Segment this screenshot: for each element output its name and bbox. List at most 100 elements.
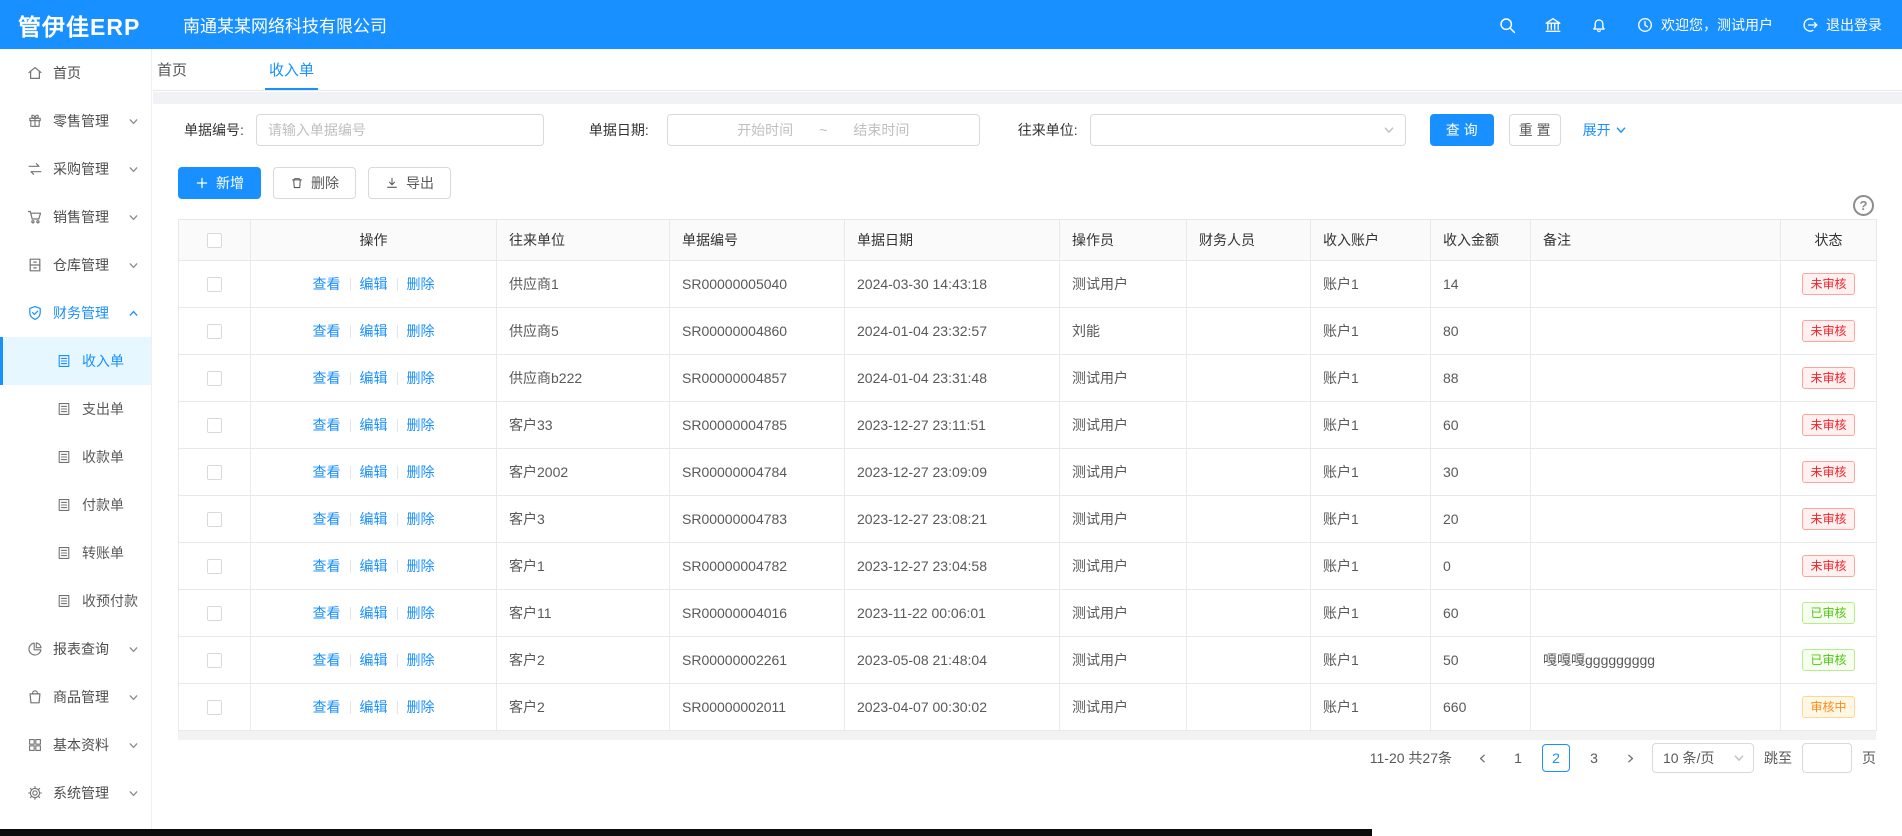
edit-link[interactable]: 编辑 bbox=[360, 556, 388, 576]
welcome-user[interactable]: 欢迎您，测试用户 bbox=[1636, 15, 1773, 35]
cell-finance-staff bbox=[1187, 355, 1311, 402]
next-page-button[interactable] bbox=[1618, 744, 1642, 772]
cell-operator: 测试用户 bbox=[1060, 543, 1187, 590]
row-checkbox[interactable] bbox=[207, 700, 222, 715]
sidebar-item[interactable]: 仓库管理 bbox=[0, 241, 151, 289]
edit-link[interactable]: 编辑 bbox=[360, 415, 388, 435]
sidebar-item[interactable]: 采购管理 bbox=[0, 145, 151, 193]
cell-income-amount: 80 bbox=[1431, 308, 1531, 355]
logout-button[interactable]: 退出登录 bbox=[1801, 15, 1882, 35]
cell-actions: 查看 编辑 删除 bbox=[251, 590, 497, 637]
select-all-checkbox[interactable] bbox=[207, 233, 222, 248]
bank-icon[interactable] bbox=[1544, 16, 1562, 34]
tab-label: 收入单 bbox=[269, 59, 314, 80]
export-button[interactable]: 导出 bbox=[368, 167, 451, 199]
sidebar-item-icon bbox=[27, 161, 43, 177]
row-checkbox[interactable] bbox=[207, 465, 222, 480]
row-checkbox[interactable] bbox=[207, 512, 222, 527]
sidebar-item[interactable]: 零售管理 bbox=[0, 97, 151, 145]
edit-link[interactable]: 编辑 bbox=[360, 321, 388, 341]
row-checkbox[interactable] bbox=[207, 418, 222, 433]
sidebar-item[interactable]: 收款单 bbox=[0, 433, 151, 481]
logout-icon bbox=[1801, 16, 1819, 34]
divider bbox=[350, 419, 351, 432]
col-finance-staff: 财务人员 bbox=[1187, 220, 1311, 261]
prev-page-button[interactable] bbox=[1470, 744, 1494, 772]
edit-link[interactable]: 编辑 bbox=[360, 509, 388, 529]
sidebar-item[interactable]: 收入单 bbox=[0, 337, 151, 385]
search-button[interactable]: 查 询 bbox=[1430, 114, 1494, 146]
date-separator: ~ bbox=[819, 122, 827, 138]
bell-icon[interactable] bbox=[1590, 16, 1608, 34]
page-number[interactable]: 2 bbox=[1542, 744, 1570, 772]
chevron-down-icon bbox=[128, 740, 139, 751]
view-link[interactable]: 查看 bbox=[313, 603, 341, 623]
edit-link[interactable]: 编辑 bbox=[360, 462, 388, 482]
page-number[interactable]: 1 bbox=[1504, 744, 1532, 772]
help-icon[interactable] bbox=[1853, 195, 1874, 216]
sidebar-item[interactable]: 商品管理 bbox=[0, 673, 151, 721]
row-checkbox[interactable] bbox=[207, 371, 222, 386]
delete-link[interactable]: 删除 bbox=[407, 556, 435, 576]
delete-link[interactable]: 删除 bbox=[407, 509, 435, 529]
sidebar-item[interactable]: 首页 bbox=[0, 49, 151, 97]
bill-no-input[interactable] bbox=[256, 114, 544, 146]
row-checkbox[interactable] bbox=[207, 559, 222, 574]
edit-link[interactable]: 编辑 bbox=[360, 650, 388, 670]
row-checkbox[interactable] bbox=[207, 606, 222, 621]
sidebar-item[interactable]: 销售管理 bbox=[0, 193, 151, 241]
sidebar-item[interactable]: 基本资料 bbox=[0, 721, 151, 769]
delete-link[interactable]: 删除 bbox=[407, 603, 435, 623]
sidebar-item[interactable]: 支出单 bbox=[0, 385, 151, 433]
view-link[interactable]: 查看 bbox=[313, 650, 341, 670]
cell-income-account: 账户1 bbox=[1311, 355, 1431, 402]
edit-link[interactable]: 编辑 bbox=[360, 697, 388, 717]
sidebar-item[interactable]: 财务管理 bbox=[0, 289, 151, 337]
chevron-down-icon bbox=[128, 788, 139, 799]
delete-link[interactable]: 删除 bbox=[407, 368, 435, 388]
view-link[interactable]: 查看 bbox=[313, 462, 341, 482]
sidebar-item[interactable]: 系统管理 bbox=[0, 769, 151, 817]
page-tab[interactable]: 收入单 bbox=[265, 49, 318, 90]
view-link[interactable]: 查看 bbox=[313, 556, 341, 576]
delete-link[interactable]: 删除 bbox=[407, 274, 435, 294]
row-checkbox[interactable] bbox=[207, 277, 222, 292]
sidebar-item[interactable]: 收预付款 bbox=[0, 577, 151, 625]
col-actions: 操作 bbox=[251, 220, 497, 261]
delete-link[interactable]: 删除 bbox=[407, 462, 435, 482]
search-icon[interactable] bbox=[1498, 16, 1516, 34]
view-link[interactable]: 查看 bbox=[313, 509, 341, 529]
edit-link[interactable]: 编辑 bbox=[360, 603, 388, 623]
page-number[interactable]: 3 bbox=[1580, 744, 1608, 772]
page-tab[interactable]: 首页 bbox=[153, 49, 191, 90]
row-checkbox[interactable] bbox=[207, 653, 222, 668]
expand-filters-link[interactable]: 展开 bbox=[1583, 120, 1627, 140]
row-checkbox[interactable] bbox=[207, 324, 222, 339]
delete-link[interactable]: 删除 bbox=[407, 650, 435, 670]
page-size-select[interactable]: 10 条/页 bbox=[1652, 743, 1754, 773]
table-row: 查看 编辑 删除 客户11 SR00000004016 2023-11-22 0… bbox=[179, 590, 1877, 637]
sidebar-item[interactable]: 付款单 bbox=[0, 481, 151, 529]
delete-button[interactable]: 删除 bbox=[273, 167, 356, 199]
sidebar-item[interactable]: 转账单 bbox=[0, 529, 151, 577]
date-range-picker[interactable]: 开始时间 ~ 结束时间 bbox=[667, 114, 980, 146]
view-link[interactable]: 查看 bbox=[313, 368, 341, 388]
delete-link[interactable]: 删除 bbox=[407, 415, 435, 435]
jump-page-input[interactable] bbox=[1802, 743, 1852, 773]
table-header-row: 操作 往来单位 单据编号 单据日期 操作员 财务人员 收入账户 收入金额 备注 … bbox=[179, 220, 1877, 261]
delete-link[interactable]: 删除 bbox=[407, 321, 435, 341]
edit-link[interactable]: 编辑 bbox=[360, 274, 388, 294]
sidebar-item[interactable]: 报表查询 bbox=[0, 625, 151, 673]
delete-link[interactable]: 删除 bbox=[407, 697, 435, 717]
add-button[interactable]: 新增 bbox=[178, 167, 261, 199]
reset-button[interactable]: 重 置 bbox=[1509, 114, 1561, 146]
view-link[interactable]: 查看 bbox=[313, 274, 341, 294]
edit-link[interactable]: 编辑 bbox=[360, 368, 388, 388]
view-link[interactable]: 查看 bbox=[313, 321, 341, 341]
status-badge: 未审核 bbox=[1802, 320, 1854, 342]
view-link[interactable]: 查看 bbox=[313, 697, 341, 717]
chevron-down-icon bbox=[128, 692, 139, 703]
partner-select[interactable] bbox=[1090, 114, 1406, 146]
cell-income-account: 账户1 bbox=[1311, 449, 1431, 496]
view-link[interactable]: 查看 bbox=[313, 415, 341, 435]
